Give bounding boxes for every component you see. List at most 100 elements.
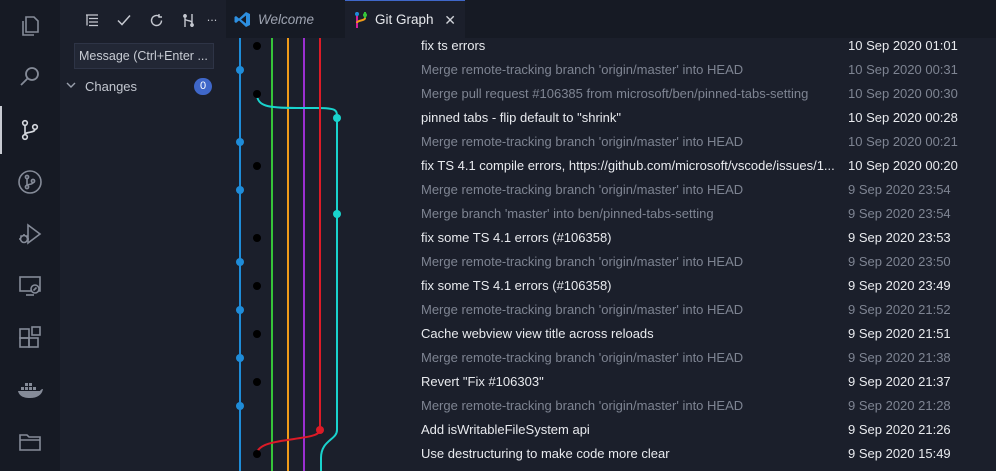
- commit-date: 9 Sep 2020 23:54: [848, 206, 951, 221]
- changes-label: Changes: [85, 78, 138, 94]
- commit-node[interactable]: [253, 162, 261, 170]
- commit-node[interactable]: [236, 306, 244, 314]
- commit-message: Merge remote-tracking branch 'origin/mas…: [421, 134, 744, 149]
- activity-bar: [0, 0, 60, 471]
- commit-message: fix TS 4.1 compile errors, https://githu…: [421, 158, 835, 173]
- commit-node[interactable]: [236, 354, 244, 362]
- tab-welcome-label: Welcome: [258, 11, 315, 27]
- commit-date: 10 Sep 2020 00:20: [848, 158, 958, 173]
- docker-icon[interactable]: [14, 374, 46, 406]
- refresh-icon[interactable]: [142, 7, 170, 33]
- commit-node[interactable]: [253, 450, 261, 458]
- commit-row[interactable]: Merge remote-tracking branch 'origin/mas…: [421, 58, 991, 82]
- commit-date: 9 Sep 2020 23:53: [848, 230, 951, 245]
- commit-row[interactable]: Merge remote-tracking branch 'origin/mas…: [421, 250, 991, 274]
- commit-row[interactable]: Merge remote-tracking branch 'origin/mas…: [421, 130, 991, 154]
- commit-node[interactable]: [253, 234, 261, 242]
- commit-message: fix some TS 4.1 errors (#106358): [421, 278, 612, 293]
- commit-node[interactable]: [253, 282, 261, 290]
- tab-git-graph[interactable]: Git Graph ✕: [345, 0, 465, 38]
- commit-date: 9 Sep 2020 21:38: [848, 350, 951, 365]
- extensions-icon[interactable]: [14, 322, 46, 354]
- tab-git-graph-label: Git Graph: [375, 12, 434, 27]
- commit-row[interactable]: Merge pull request #106385 from microsof…: [421, 82, 991, 106]
- commit-message: fix ts errors: [421, 38, 486, 53]
- commit-row[interactable]: fix TS 4.1 compile errors, https://githu…: [421, 154, 991, 178]
- commit-row[interactable]: Use destructuring to make code more clea…: [421, 442, 991, 466]
- source-control-sidebar: ··· Changes 0: [60, 0, 227, 471]
- branch-line: [256, 93, 338, 471]
- commit-row[interactable]: Revert "Fix #106303" 9 Sep 2020 21:37: [421, 370, 991, 394]
- chevron-down-icon: [66, 80, 80, 93]
- commit-node[interactable]: [333, 114, 341, 122]
- commit-message: Revert "Fix #106303": [421, 374, 544, 389]
- commit-row[interactable]: Merge branch 'master' into ben/pinned-ta…: [421, 202, 991, 226]
- changes-section-header[interactable]: Changes 0: [66, 76, 216, 96]
- source-control-icon[interactable]: [0, 106, 46, 154]
- commit-node[interactable]: [236, 402, 244, 410]
- git-graph-tab-icon: [354, 11, 368, 29]
- commit-message: Use destructuring to make code more clea…: [421, 446, 670, 461]
- commit-row[interactable]: fix some TS 4.1 errors (#106358) 9 Sep 20…: [421, 226, 991, 250]
- tab-welcome[interactable]: Welcome: [226, 0, 344, 38]
- commit-message: Cache webview view title across reloads: [421, 326, 654, 341]
- commit-date: 9 Sep 2020 15:49: [848, 446, 951, 461]
- commit-message: fix some TS 4.1 errors (#106358): [421, 230, 612, 245]
- commit-node[interactable]: [253, 378, 261, 386]
- git-graph-view-icon[interactable]: [174, 7, 202, 33]
- commit-message: Merge pull request #106385 from microsof…: [421, 86, 809, 101]
- commit-node[interactable]: [236, 138, 244, 146]
- view-as-tree-icon[interactable]: [78, 7, 106, 33]
- vscode-icon: [234, 11, 251, 28]
- commit-date: 9 Sep 2020 23:50: [848, 254, 951, 269]
- commit-date: 9 Sep 2020 21:37: [848, 374, 951, 389]
- commit-node[interactable]: [253, 90, 261, 98]
- commit-row[interactable]: pinned tabs - flip default to "shrink" 10…: [421, 106, 991, 130]
- commit-date: 9 Sep 2020 23:54: [848, 182, 951, 197]
- commit-node[interactable]: [333, 210, 341, 218]
- commit-message: Merge remote-tracking branch 'origin/mas…: [421, 254, 744, 269]
- commit-row[interactable]: Merge remote-tracking branch 'origin/mas…: [421, 178, 991, 202]
- commit-date: 10 Sep 2020 00:21: [848, 134, 958, 149]
- commit-message: Add isWritableFileSystem api: [421, 422, 590, 437]
- run-debug-icon[interactable]: [14, 218, 46, 250]
- commit-date: 10 Sep 2020 00:28: [848, 110, 958, 125]
- commit-node[interactable]: [253, 42, 261, 50]
- commit-row[interactable]: Add isWritableFileSystem api 9 Sep 2020 2…: [421, 418, 991, 442]
- commit-row[interactable]: Merge remote-tracking branch 'origin/mas…: [421, 394, 991, 418]
- remote-explorer-icon[interactable]: [14, 270, 46, 302]
- explorer-icon[interactable]: [14, 10, 46, 42]
- commit-date: 10 Sep 2020 01:01: [848, 38, 958, 53]
- commit-check-icon[interactable]: [110, 7, 138, 33]
- search-icon[interactable]: [14, 61, 46, 93]
- commit-message: pinned tabs - flip default to "shrink": [421, 110, 622, 125]
- sidebar-toolbar: ···: [78, 7, 218, 33]
- editor-tab-bar: Welcome Git Graph ✕: [226, 0, 996, 38]
- commit-node[interactable]: [236, 186, 244, 194]
- commit-row[interactable]: Merge remote-tracking branch 'origin/mas…: [421, 298, 991, 322]
- commit-row[interactable]: fix some TS 4.1 errors (#106358) 9 Sep 20…: [421, 274, 991, 298]
- commit-date: 9 Sep 2020 23:49: [848, 278, 951, 293]
- commit-graph: [236, 38, 341, 471]
- close-icon[interactable]: ✕: [444, 12, 456, 29]
- commit-date: 9 Sep 2020 21:51: [848, 326, 951, 341]
- merge-edge: [257, 214, 337, 244]
- git-graph-icon[interactable]: [14, 166, 46, 198]
- commit-message: Merge remote-tracking branch 'origin/mas…: [421, 182, 744, 197]
- commit-date: 9 Sep 2020 21:26: [848, 422, 951, 437]
- commit-date: 10 Sep 2020 00:30: [848, 86, 958, 101]
- commit-node[interactable]: [236, 258, 244, 266]
- commit-node[interactable]: [316, 426, 324, 434]
- commit-message: Merge remote-tracking branch 'origin/mas…: [421, 398, 744, 413]
- more-actions-icon[interactable]: ···: [206, 7, 218, 33]
- commit-row[interactable]: Merge remote-tracking branch 'origin/mas…: [421, 346, 991, 370]
- folder-icon[interactable]: [14, 426, 46, 458]
- commit-message: Merge branch 'master' into ben/pinned-ta…: [421, 206, 714, 221]
- commit-date: 10 Sep 2020 00:31: [848, 62, 958, 77]
- commit-node[interactable]: [253, 330, 261, 338]
- commit-message-input[interactable]: Message (Ctrl+Enter ...: [74, 43, 214, 69]
- commit-row[interactable]: fix ts errors 10 Sep 2020 01:01: [421, 38, 991, 58]
- commit-node[interactable]: [236, 66, 244, 74]
- commit-message: Merge remote-tracking branch 'origin/mas…: [421, 350, 744, 365]
- commit-row[interactable]: Cache webview view title across reloads 9…: [421, 322, 991, 346]
